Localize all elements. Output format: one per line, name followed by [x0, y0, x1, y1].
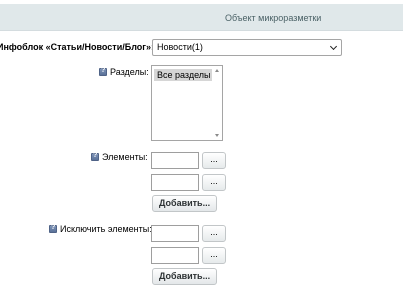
exclude-browse-button-2[interactable]: ...: [202, 247, 226, 264]
exclude-input-2[interactable]: [151, 247, 199, 264]
element-browse-button-2[interactable]: ...: [202, 174, 226, 191]
iblock-label: Инфоблок «Статьи/Новости/Блог»:: [0, 42, 155, 52]
elements-label-wrap: Элементы:: [91, 152, 148, 162]
help-icon[interactable]: [49, 224, 57, 233]
help-icon[interactable]: [99, 67, 107, 76]
sections-label: Разделы:: [110, 67, 149, 77]
sections-option-all[interactable]: Все разделы: [154, 69, 212, 81]
element-input-1[interactable]: [151, 152, 199, 169]
iblock-select-value: Новости(1): [157, 42, 203, 52]
chevron-down-icon: [329, 42, 338, 51]
element-browse-button-1[interactable]: ...: [202, 152, 226, 169]
sections-label-wrap: Разделы:: [99, 67, 149, 77]
scroll-down-arrow-icon[interactable]: [215, 134, 219, 137]
iblock-select[interactable]: Новости(1): [152, 39, 342, 56]
exclude-label-wrap: Исключить элементы:: [49, 224, 152, 234]
scroll-up-arrow-icon[interactable]: [215, 69, 219, 72]
add-element-button[interactable]: Добавить...: [152, 195, 218, 212]
add-exclude-button[interactable]: Добавить...: [152, 268, 218, 285]
help-icon[interactable]: [91, 152, 99, 161]
section-header: Объект микроразметки: [0, 4, 403, 31]
element-input-2[interactable]: [151, 174, 199, 191]
elements-label: Элементы:: [102, 152, 148, 162]
exclude-browse-button-1[interactable]: ...: [202, 225, 226, 242]
exclude-label: Исключить элементы:: [60, 224, 152, 234]
exclude-input-1[interactable]: [151, 225, 199, 242]
sections-listbox[interactable]: Все разделы: [151, 65, 223, 141]
section-title: Объект микроразметки: [225, 13, 322, 23]
